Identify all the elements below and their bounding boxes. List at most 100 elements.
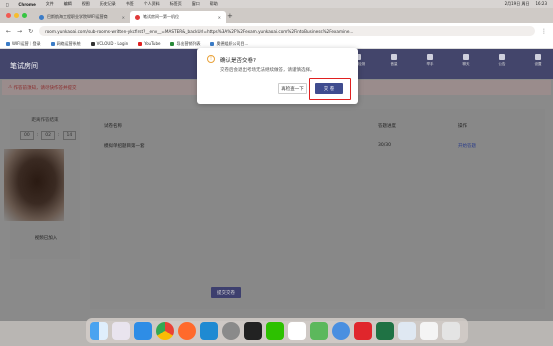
header-volume-button[interactable]: 音量 [383,54,405,67]
paper-name: 模拟单招题目第一套 [104,144,145,149]
header-raise-hand-button[interactable]: 举手 [419,54,441,67]
close-window-button[interactable] [6,13,11,18]
terminal-icon[interactable] [244,321,262,340]
header-icon-label: 公告 [498,62,506,66]
column-header-action: 操作 [458,124,467,129]
bookmark-label: YouTube [144,41,161,46]
highlight-box [309,78,351,100]
system-settings-icon[interactable] [222,321,240,340]
header-notice-button[interactable]: 公告 [491,54,513,67]
bookmark-item[interactable]: VCLOUD - Login [90,41,129,46]
camera-video-feed [4,149,64,221]
qq-icon[interactable] [288,321,306,340]
header-chat-button[interactable]: 聊天 [455,54,477,67]
warning-icon: ! [207,55,215,63]
header-icon-label: 音量 [390,62,398,66]
finder-icon[interactable] [90,321,108,340]
header-icon-label: 设置 [534,62,542,66]
browser-tab-exam-room[interactable]: 笔试房间—第一机位 ✕ [130,11,226,23]
firefox-icon[interactable] [178,321,196,340]
youtube-icon [138,41,143,46]
forward-icon[interactable]: → [17,28,22,35]
start-answer-link[interactable]: 开始答题 [458,143,476,149]
menubar-date: 2月19日 周日 [504,1,530,6]
bookmark-favicon-icon [50,41,55,46]
document-icon[interactable] [420,321,438,340]
header-icon-label: 举手 [426,62,434,66]
trash-icon[interactable] [442,321,460,340]
chat-icon [463,54,469,60]
bookmark-favicon-icon [90,41,95,46]
bookmark-favicon-icon [210,41,215,46]
paper-progress: 30/30 [378,143,391,148]
excel-icon[interactable] [376,321,394,340]
tab-favicon-icon [39,14,44,20]
wechat-icon[interactable] [266,321,284,340]
chrome-icon[interactable] [156,321,174,340]
tab-close-icon[interactable]: ✕ [122,15,125,20]
bookmark-label: WIFI运营｜登录 [12,40,41,46]
bookmark-label: VCLOUD - Login [96,41,129,46]
warning-text: 作答前须知，请尽快作答并提交 [13,85,77,91]
maps-icon[interactable] [310,321,328,340]
menubar-app-name[interactable]: Chrome [18,2,35,7]
speaker-icon [391,54,397,60]
header-settings-button[interactable]: 设置 [527,54,549,67]
gear-icon [535,54,541,60]
submit-exam-button[interactable]: 提交交卷 [211,287,241,298]
tab-favicon-icon [135,14,140,20]
chrome-app-icon[interactable] [332,321,350,340]
youdao-icon[interactable] [354,321,372,340]
column-header-name: 试卷名称 [104,124,122,129]
maximize-window-button[interactable] [22,13,27,18]
preview-icon[interactable] [398,321,416,340]
bookmark-item[interactable]: 网络运营系统 [50,40,81,47]
bookmark-item[interactable]: YouTube [138,41,160,46]
menubar-item-history[interactable]: 历史记录 [100,1,116,7]
menubar-item-file[interactable]: 文件 [46,1,54,7]
menubar-item-tabs[interactable]: 标签页 [170,1,182,7]
menubar-time: 16:23 [535,1,547,6]
extensions-icon[interactable]: ⋮ [541,28,547,35]
browser-tabbar: 巴斯航海工程职业学院WIFI运营商 ✕ 笔试房间—第一机位 ✕ + [0,8,553,23]
timer-hours: 00 [20,131,34,140]
macos-menubar:  Chrome 文件 编辑 视图 历史记录 书签 个人资料 标签页 窗口 帮助… [0,0,553,8]
safari-icon[interactable] [134,321,152,340]
new-tab-button[interactable]: + [227,12,233,20]
address-bar[interactable]: room.yunkaoai.com/sub-rooms-written-ykcf… [39,26,535,36]
menubar-item-profile[interactable]: 个人资料 [144,1,160,7]
minimize-window-button[interactable] [14,13,19,18]
menubar-item-view[interactable]: 视图 [82,1,90,7]
bookmark-favicon-icon [170,41,175,46]
menubar-item-edit[interactable]: 编辑 [64,1,72,7]
tab-label: 笔试房间—第一机位 [143,14,179,19]
bookmark-item[interactable]: 奥德组织公司目... [210,41,248,47]
paper-table: 试卷名称 答题进度 操作 模拟单招题目第一套 30/30 开始答题 [90,109,545,309]
bookmark-label: 网络运营系统 [56,40,81,46]
vscode-icon[interactable] [200,321,218,340]
countdown-timer: 00: 02: 14 [20,131,77,140]
table-row: 模拟单招题目第一套 30/30 开始答题 [90,143,545,155]
table-header: 试卷名称 答题进度 操作 [90,123,545,135]
menubar-item-help[interactable]: 帮助 [210,1,218,7]
camera-status-label: 视频已加入 [34,236,58,241]
bookmark-item[interactable]: WIFI运营｜登录 [6,41,41,47]
column-header-progress: 答题进度 [378,124,396,129]
tab-close-icon[interactable]: ✕ [218,15,221,20]
bookmark-label: 导出营销列表 [176,40,201,46]
bookmark-label: 奥德组织公司目... [216,40,249,46]
menubar-item-bookmarks[interactable]: 书签 [126,1,134,7]
bookmark-item[interactable]: 导出营销列表 [170,41,200,47]
launchpad-icon[interactable] [112,321,130,340]
reload-icon[interactable]: ↻ [28,28,33,35]
page-title: 笔试房间 [10,62,38,70]
back-icon[interactable]: ← [6,28,11,35]
timer-seconds: 14 [62,131,77,140]
browser-tab-wifi[interactable]: 巴斯航海工程职业学院WIFI运营商 ✕ [34,11,130,23]
header-icon-label: 聊天 [462,62,470,66]
timer-title: 距离作答结束 [31,118,59,123]
dialog-message: 交卷后会退出考场无法继续做答，请谨慎选择。 [220,68,315,73]
menubar-item-window[interactable]: 窗口 [192,1,200,7]
recheck-button[interactable]: 再检查一下 [278,83,307,94]
apple-icon[interactable]:  [6,2,8,7]
